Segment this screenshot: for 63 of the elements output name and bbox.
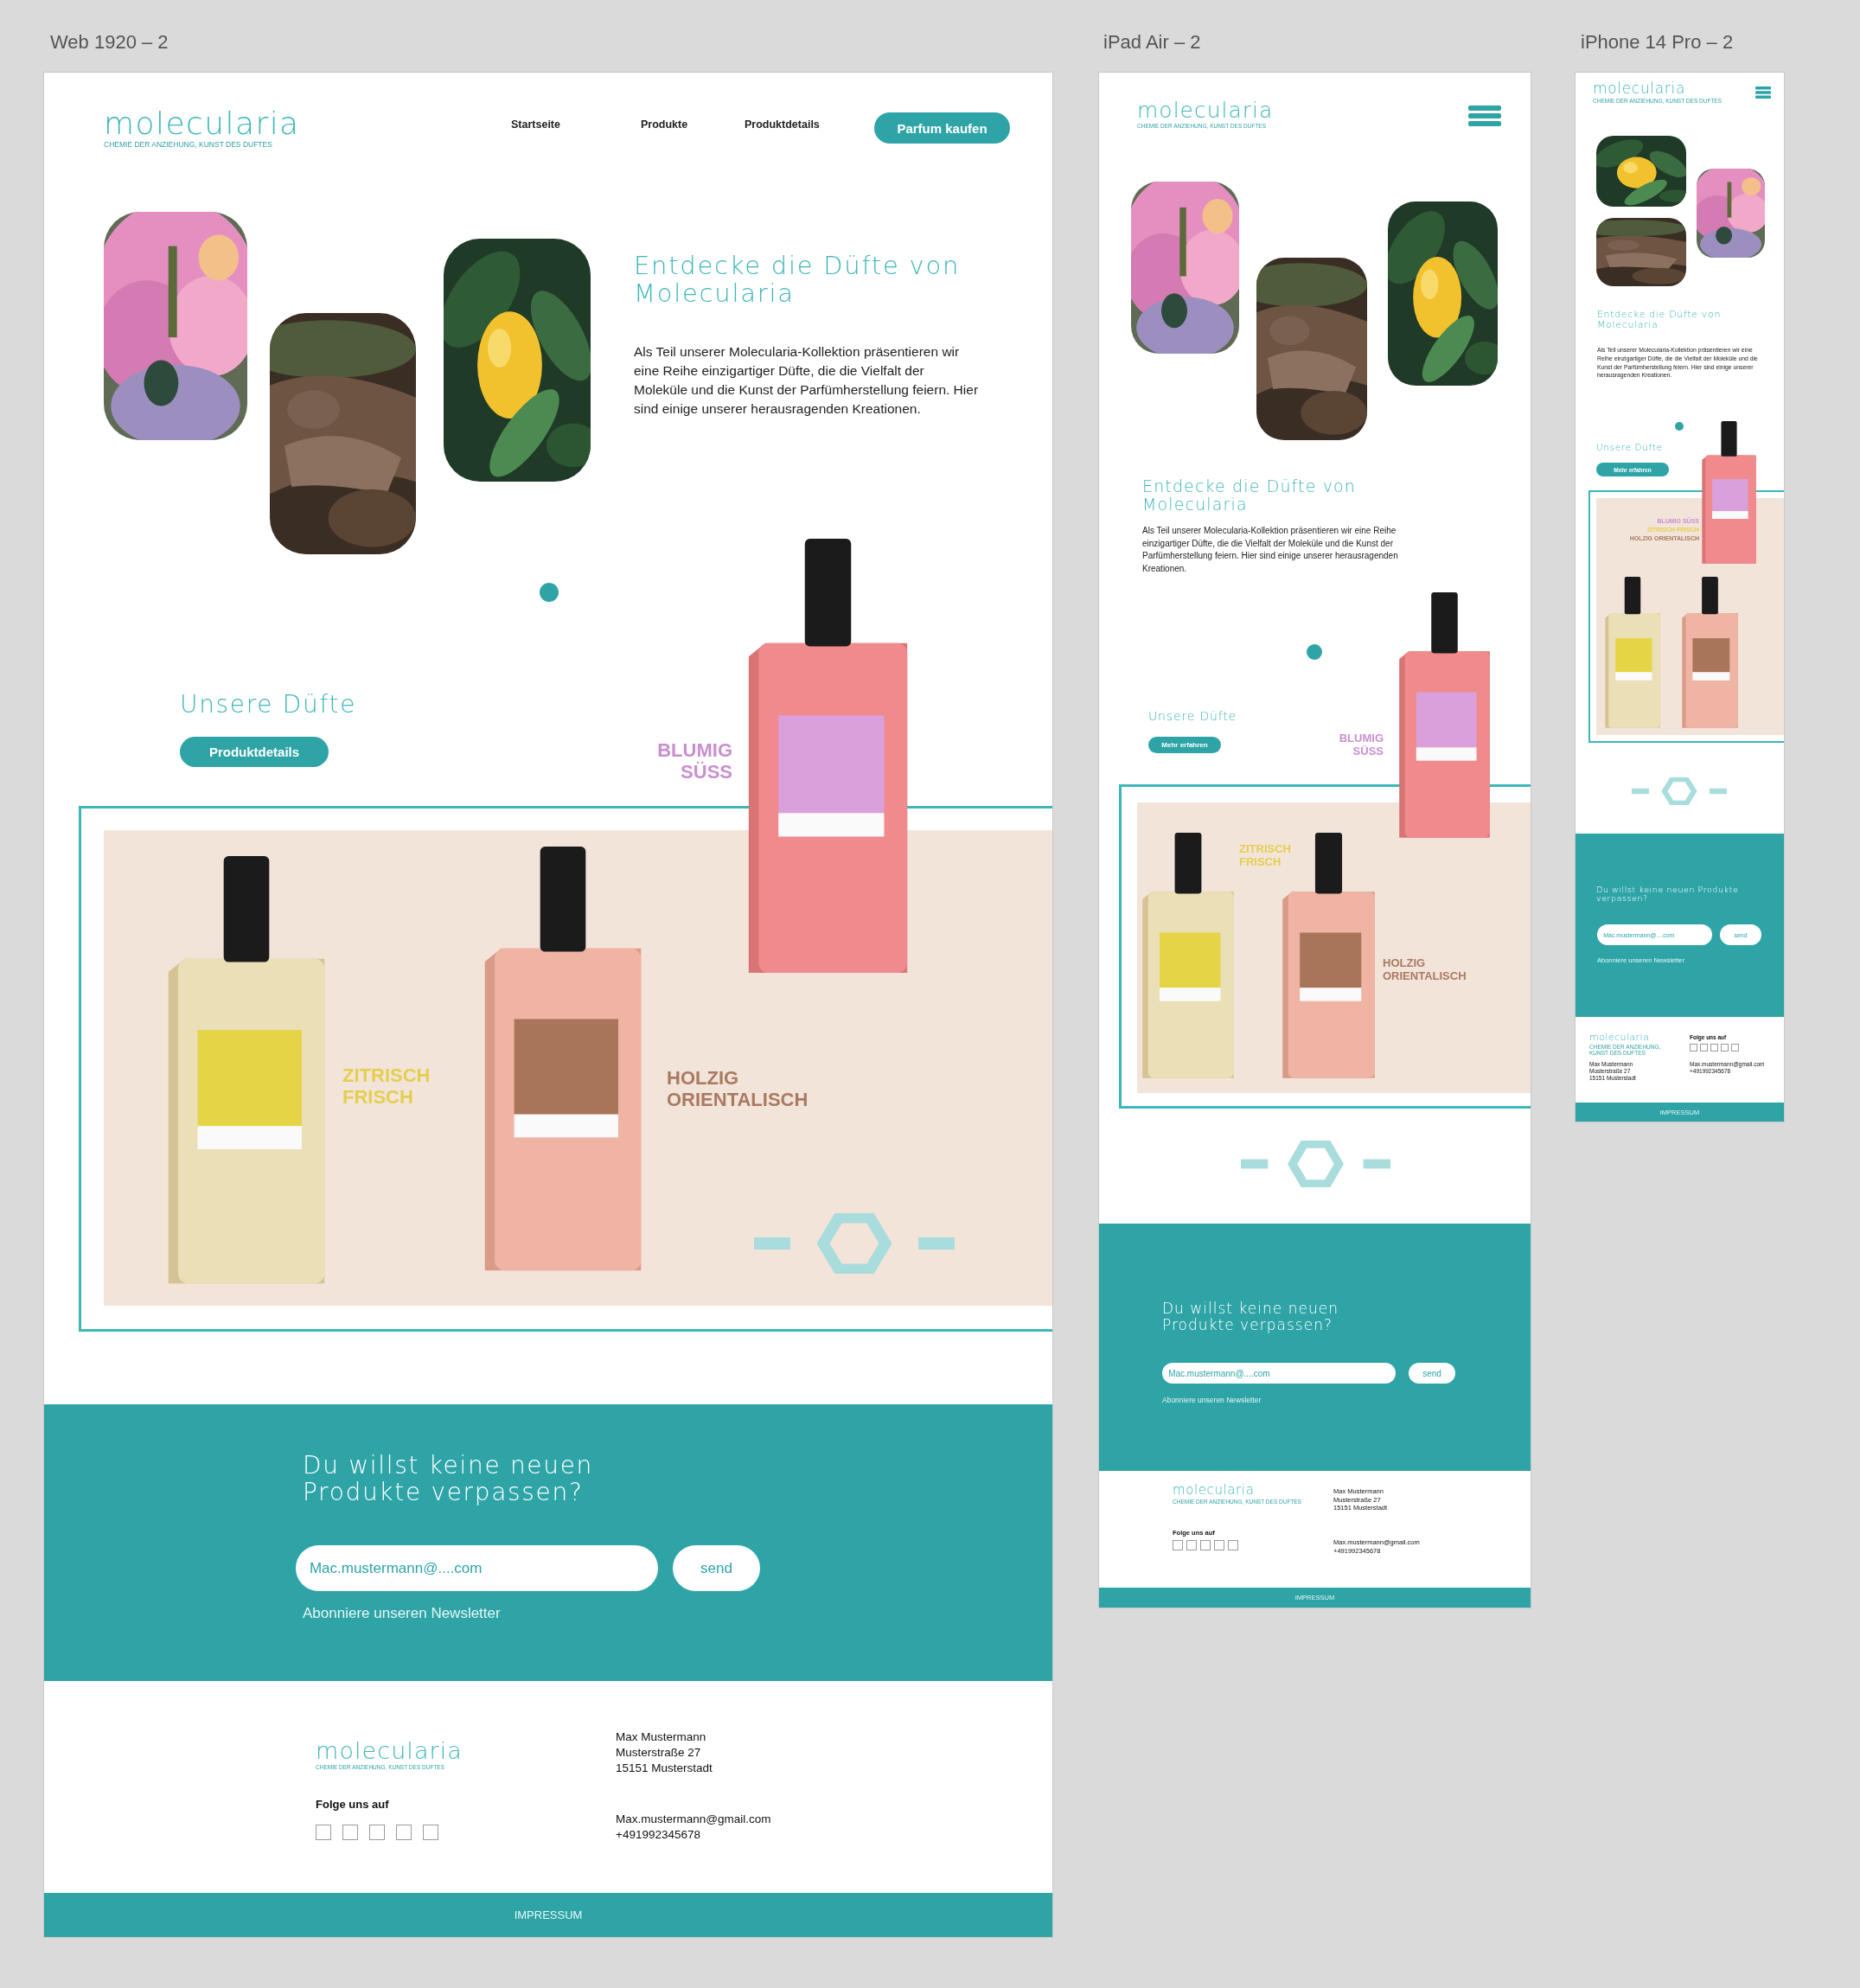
dot-decoration xyxy=(1307,644,1322,660)
address-line: 15151 Musterstadt xyxy=(616,1761,713,1776)
menu-icon[interactable] xyxy=(1468,105,1501,126)
section-heading: Unsere Düfte xyxy=(180,692,358,719)
scent-label: ZITRISCH FRISCH xyxy=(1239,843,1292,869)
details-button[interactable]: Produktdetails xyxy=(180,737,329,767)
hero-text: Als Teil unserer Molecularia-Kollektion präsentieren wir eine Reihe einzigartiger Düfte, die die Vielfalt der Moleküle und die Kunst der Parfümherstellung feiern. Hier sind einige unserer herausragenden Kreationen. xyxy=(634,343,980,418)
artboard-title: Web 1920 – 2 xyxy=(50,31,169,54)
hero-heading: Entdecke die Düfte von Molecularia xyxy=(1142,477,1357,514)
scent-label: ZITRISCH FRISCH xyxy=(342,1064,431,1109)
nav-link[interactable]: Produkte xyxy=(641,118,688,131)
artboard-title: iPad Air – 2 xyxy=(1103,31,1201,54)
address-line: Musterstraße 27 xyxy=(616,1745,702,1761)
email-field[interactable]: Mac.mustermann@....com xyxy=(1162,1363,1396,1384)
social-icon[interactable] xyxy=(316,1825,331,1840)
social-icon[interactable] xyxy=(1228,1540,1238,1550)
email-field[interactable]: Mac.mustermann@....com xyxy=(296,1545,658,1591)
buy-button[interactable]: Parfum kaufen xyxy=(874,112,1010,144)
follow-label: Folge uns auf xyxy=(316,1798,389,1811)
hexagon-divider-icon xyxy=(1241,1141,1390,1187)
dot-decoration xyxy=(540,583,559,602)
newsletter-heading: Du willst keine neuen Produkte verpassen? xyxy=(1162,1301,1339,1333)
logo-wordmark: molecularia xyxy=(316,1739,463,1762)
logo-wordmark: molecularia xyxy=(104,108,300,139)
social-icon[interactable] xyxy=(342,1825,358,1840)
newsletter-heading: Du willst keine neuen Produkte verpassen? xyxy=(1596,885,1740,904)
dot-decoration xyxy=(1675,422,1684,431)
hero-text: Als Teil unserer Molecularia-Kollektion präsentieren wir eine Reihe einzigartiger Düfte, die die Vielfalt der Moleküle und die Kunst der Parfümherstellung feiern. Hier sind einige unserer herausragenden Kreationen. xyxy=(1142,525,1399,575)
hexagon-divider-icon xyxy=(754,1213,955,1274)
hexagon-divider-icon xyxy=(1632,777,1727,805)
social-icon[interactable] xyxy=(423,1825,438,1840)
logo-wordmark: molecularia xyxy=(1589,1032,1650,1042)
scent-label: HOLZIG ORIENTALISCH xyxy=(667,1067,809,1111)
hero-heading: Entdecke die Düfte von Molecularia xyxy=(634,252,962,308)
social-icon[interactable] xyxy=(369,1825,385,1840)
section-heading: Unsere Düfte xyxy=(1148,710,1238,724)
scent-label: BLUMIG SÜSS xyxy=(1338,732,1384,758)
newsletter-note: Abonniere unseren Newsletter xyxy=(1162,1396,1262,1404)
contact-line: +491992345678 xyxy=(616,1827,701,1843)
artboard-title: iPhone 14 Pro – 2 xyxy=(1581,31,1734,54)
impressum-link[interactable]: IMPRESSUM xyxy=(514,1908,583,1921)
scent-label: HOLZIG ORIENTALISCH xyxy=(1383,957,1467,983)
address-line: Max Mustermann xyxy=(616,1729,707,1745)
contact-line: Max.mustermann@gmail.com xyxy=(616,1812,771,1827)
scent-label: BLUMIG SÜSS xyxy=(656,739,732,783)
social-icon[interactable] xyxy=(1186,1540,1197,1550)
nav-link[interactable]: Produktdetails xyxy=(745,118,820,131)
newsletter-note: Abonniere unseren Newsletter xyxy=(303,1605,502,1622)
social-icon[interactable] xyxy=(1214,1540,1224,1550)
social-icon[interactable] xyxy=(1173,1540,1183,1550)
logo-wordmark: molecularia xyxy=(1173,1484,1255,1497)
nav-link[interactable]: Startseite xyxy=(511,118,560,131)
social-icon[interactable] xyxy=(396,1825,412,1840)
logo-tagline: CHEMIE DER ANZIEHUNG, KUNST DES DUFTES xyxy=(104,141,272,150)
details-button[interactable]: Mehr erfahren xyxy=(1148,737,1221,753)
send-button[interactable]: send xyxy=(1409,1363,1455,1384)
newsletter-heading: Du willst keine neuen Produkte verpassen? xyxy=(303,1453,594,1506)
section-heading: Unsere Düfte xyxy=(1596,443,1664,453)
social-icon[interactable] xyxy=(1200,1540,1211,1550)
hero-heading: Entdecke die Düfte von Molecularia xyxy=(1597,310,1722,331)
menu-icon[interactable] xyxy=(1755,86,1771,99)
logo-wordmark: molecularia xyxy=(1593,81,1685,96)
logo-wordmark: molecularia xyxy=(1137,99,1274,121)
